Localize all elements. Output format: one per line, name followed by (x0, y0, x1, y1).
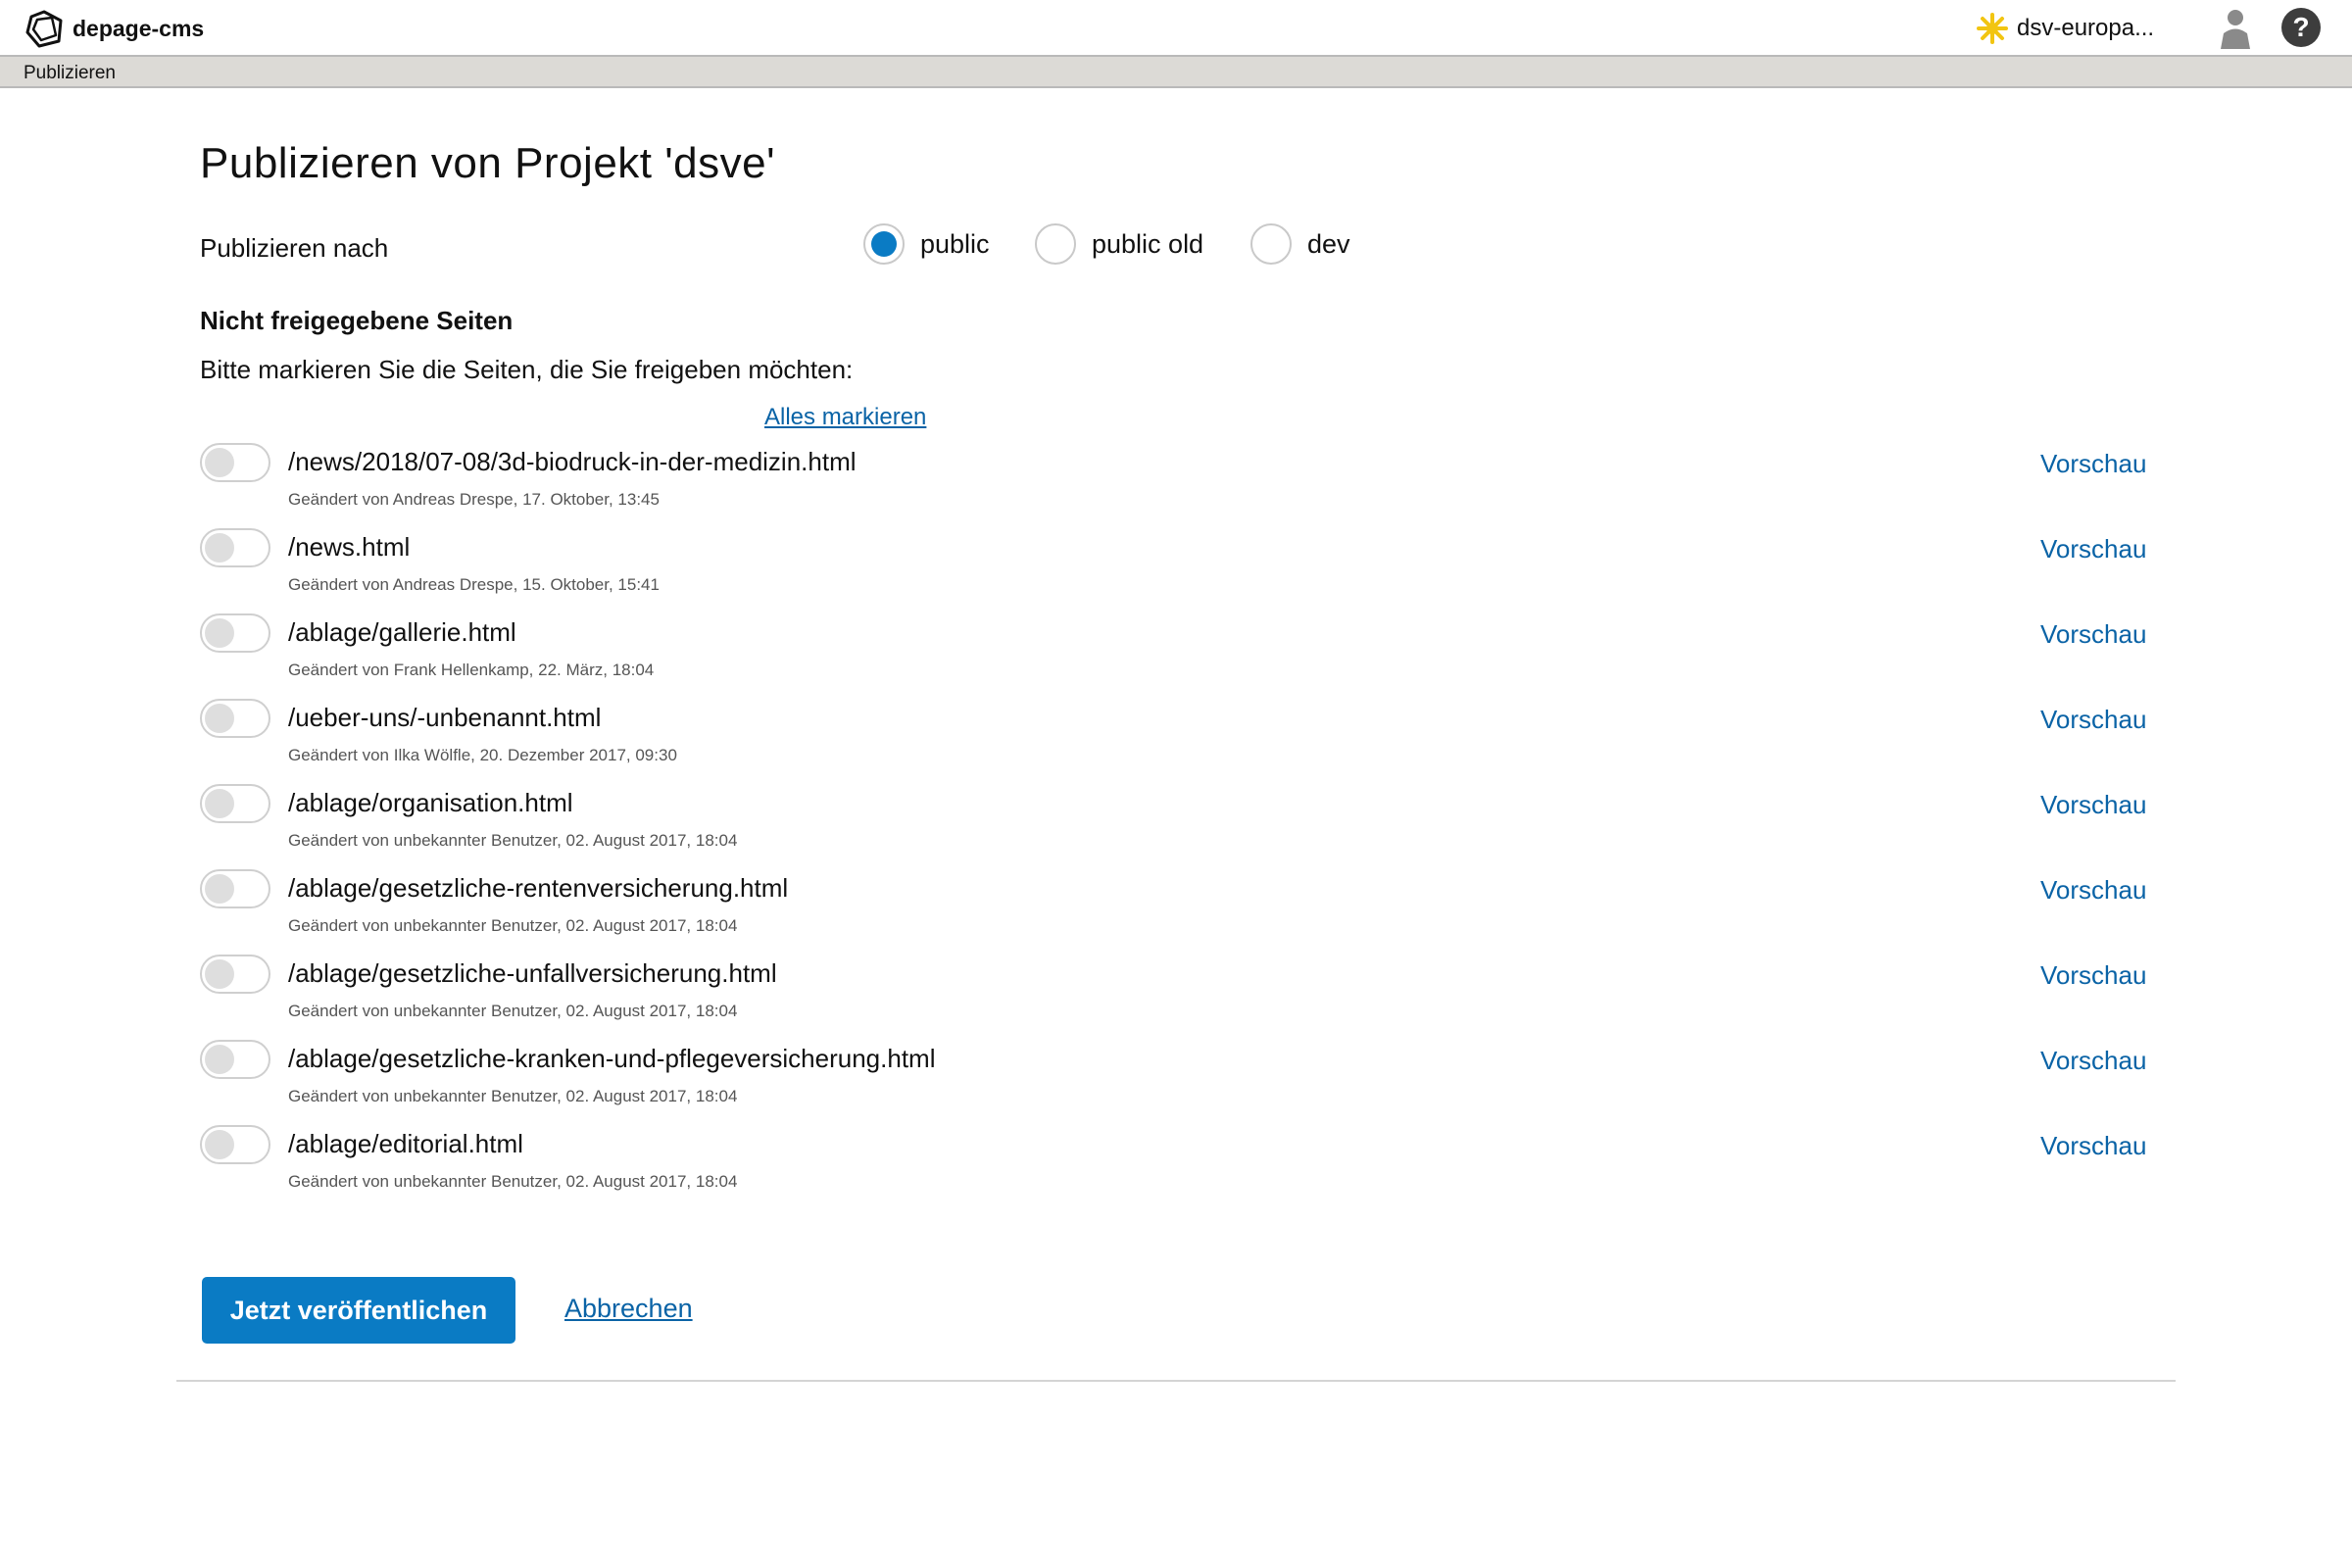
page-meta: Geändert von Andreas Drespe, 17. Oktober… (288, 490, 660, 509)
radio-label: dev (1307, 228, 1350, 259)
toggle-knob (205, 1045, 234, 1074)
preview-link[interactable]: Vorschau (2040, 875, 2146, 906)
release-toggle[interactable] (200, 784, 270, 823)
page-row: /news/2018/07-08/3d-biodruck-in-der-medi… (200, 443, 2176, 528)
page-meta: Geändert von unbekannter Benutzer, 02. A… (288, 1172, 738, 1191)
radio-button[interactable] (1250, 223, 1292, 265)
toggle-knob (205, 1130, 234, 1159)
preview-link[interactable]: Vorschau (2040, 960, 2146, 991)
cancel-link[interactable]: Abbrechen (564, 1294, 693, 1324)
radio-target-public-old[interactable]: public old (1035, 223, 1203, 265)
radio-label: public (920, 228, 990, 259)
divider (176, 1380, 2176, 1382)
project-name: dsv-europa... (2017, 15, 2155, 41)
top-bar: depage-cms dsv-europa... ? (0, 0, 2352, 57)
mark-all-link[interactable]: Alles markieren (764, 404, 926, 431)
page-meta: Geändert von Frank Hellenkamp, 22. März,… (288, 661, 655, 679)
page-meta: Geändert von unbekannter Benutzer, 02. A… (288, 1002, 738, 1020)
release-toggle[interactable] (200, 1040, 270, 1079)
project-selector[interactable]: dsv-europa... (1976, 12, 2154, 45)
publish-now-button[interactable]: Jetzt veröffentlichen (202, 1277, 515, 1344)
radio-button[interactable] (863, 223, 905, 265)
page-path: /ueber-uns/-unbenannt.html (288, 703, 602, 732)
page-meta: Geändert von unbekannter Benutzer, 02. A… (288, 1087, 738, 1105)
release-toggle[interactable] (200, 955, 270, 994)
preview-link[interactable]: Vorschau (2040, 534, 2146, 564)
toggle-knob (205, 618, 234, 648)
page-path: /ablage/gesetzliche-kranken-und-pflegeve… (288, 1044, 936, 1073)
publish-target-label: Publizieren nach (200, 233, 389, 263)
page-title: Publizieren von Projekt 'dsve' (200, 139, 775, 187)
app-logo[interactable]: depage-cms (24, 9, 204, 48)
toggle-knob (205, 789, 234, 818)
page-row: /ablage/gesetzliche-unfallversicherung.h… (200, 955, 2176, 1040)
page-row: /ueber-uns/-unbenannt.html Geändert von … (200, 699, 2176, 784)
preview-link[interactable]: Vorschau (2040, 1046, 2146, 1076)
page-meta: Geändert von Ilka Wölfle, 20. Dezember 2… (288, 746, 677, 764)
preview-link[interactable]: Vorschau (2040, 790, 2146, 820)
page-path: /ablage/gesetzliche-unfallversicherung.h… (288, 958, 777, 988)
page-meta: Geändert von Andreas Drespe, 15. Oktober… (288, 575, 660, 594)
page-row: /ablage/gallerie.html Geändert von Frank… (200, 613, 2176, 699)
release-toggle[interactable] (200, 699, 270, 738)
preview-link[interactable]: Vorschau (2040, 705, 2146, 735)
toggle-knob (205, 533, 234, 563)
page-path: /ablage/editorial.html (288, 1129, 523, 1158)
page-meta: Geändert von unbekannter Benutzer, 02. A… (288, 916, 738, 935)
instruction-text: Bitte markieren Sie die Seiten, die Sie … (200, 355, 854, 384)
page-meta: Geändert von unbekannter Benutzer, 02. A… (288, 831, 738, 850)
radio-button[interactable] (1035, 223, 1076, 265)
user-icon[interactable] (2218, 8, 2253, 49)
release-toggle[interactable] (200, 613, 270, 653)
page-row: /ablage/organisation.html Geändert von u… (200, 784, 2176, 869)
preview-link[interactable]: Vorschau (2040, 449, 2146, 479)
page-path: /news.html (288, 532, 411, 562)
toggle-knob (205, 874, 234, 904)
radio-label: public old (1092, 228, 1204, 259)
release-toggle[interactable] (200, 869, 270, 908)
section-heading: Nicht freigegebene Seiten (200, 306, 514, 335)
help-label: ? (2292, 12, 2310, 42)
release-toggle[interactable] (200, 528, 270, 567)
page-path: /ablage/organisation.html (288, 788, 573, 817)
help-icon[interactable]: ? (2281, 8, 2321, 47)
toggle-knob (205, 959, 234, 989)
page-path: /ablage/gallerie.html (288, 617, 516, 647)
page-row: /ablage/gesetzliche-rentenversicherung.h… (200, 869, 2176, 955)
toolbar: Publizieren (0, 57, 2352, 88)
page-path: /news/2018/07-08/3d-biodruck-in-der-medi… (288, 447, 857, 476)
page-row: /news.html Geändert von Andreas Drespe, … (200, 528, 2176, 613)
depage-logo-icon (25, 10, 63, 48)
tab-publizieren[interactable]: Publizieren (24, 63, 116, 84)
radio-target-public[interactable]: public (863, 223, 990, 265)
app-name: depage-cms (73, 15, 205, 41)
preview-link[interactable]: Vorschau (2040, 619, 2146, 650)
page-row: /ablage/editorial.html Geändert von unbe… (200, 1125, 2176, 1210)
page-path: /ablage/gesetzliche-rentenversicherung.h… (288, 873, 789, 903)
toggle-knob (205, 704, 234, 733)
preview-link[interactable]: Vorschau (2040, 1131, 2146, 1161)
page-row: /ablage/gesetzliche-kranken-und-pflegeve… (200, 1040, 2176, 1125)
toggle-knob (205, 448, 234, 477)
release-toggle[interactable] (200, 443, 270, 482)
release-toggle[interactable] (200, 1125, 270, 1164)
radio-target-dev[interactable]: dev (1250, 223, 1350, 265)
project-star-icon (1977, 13, 2008, 44)
